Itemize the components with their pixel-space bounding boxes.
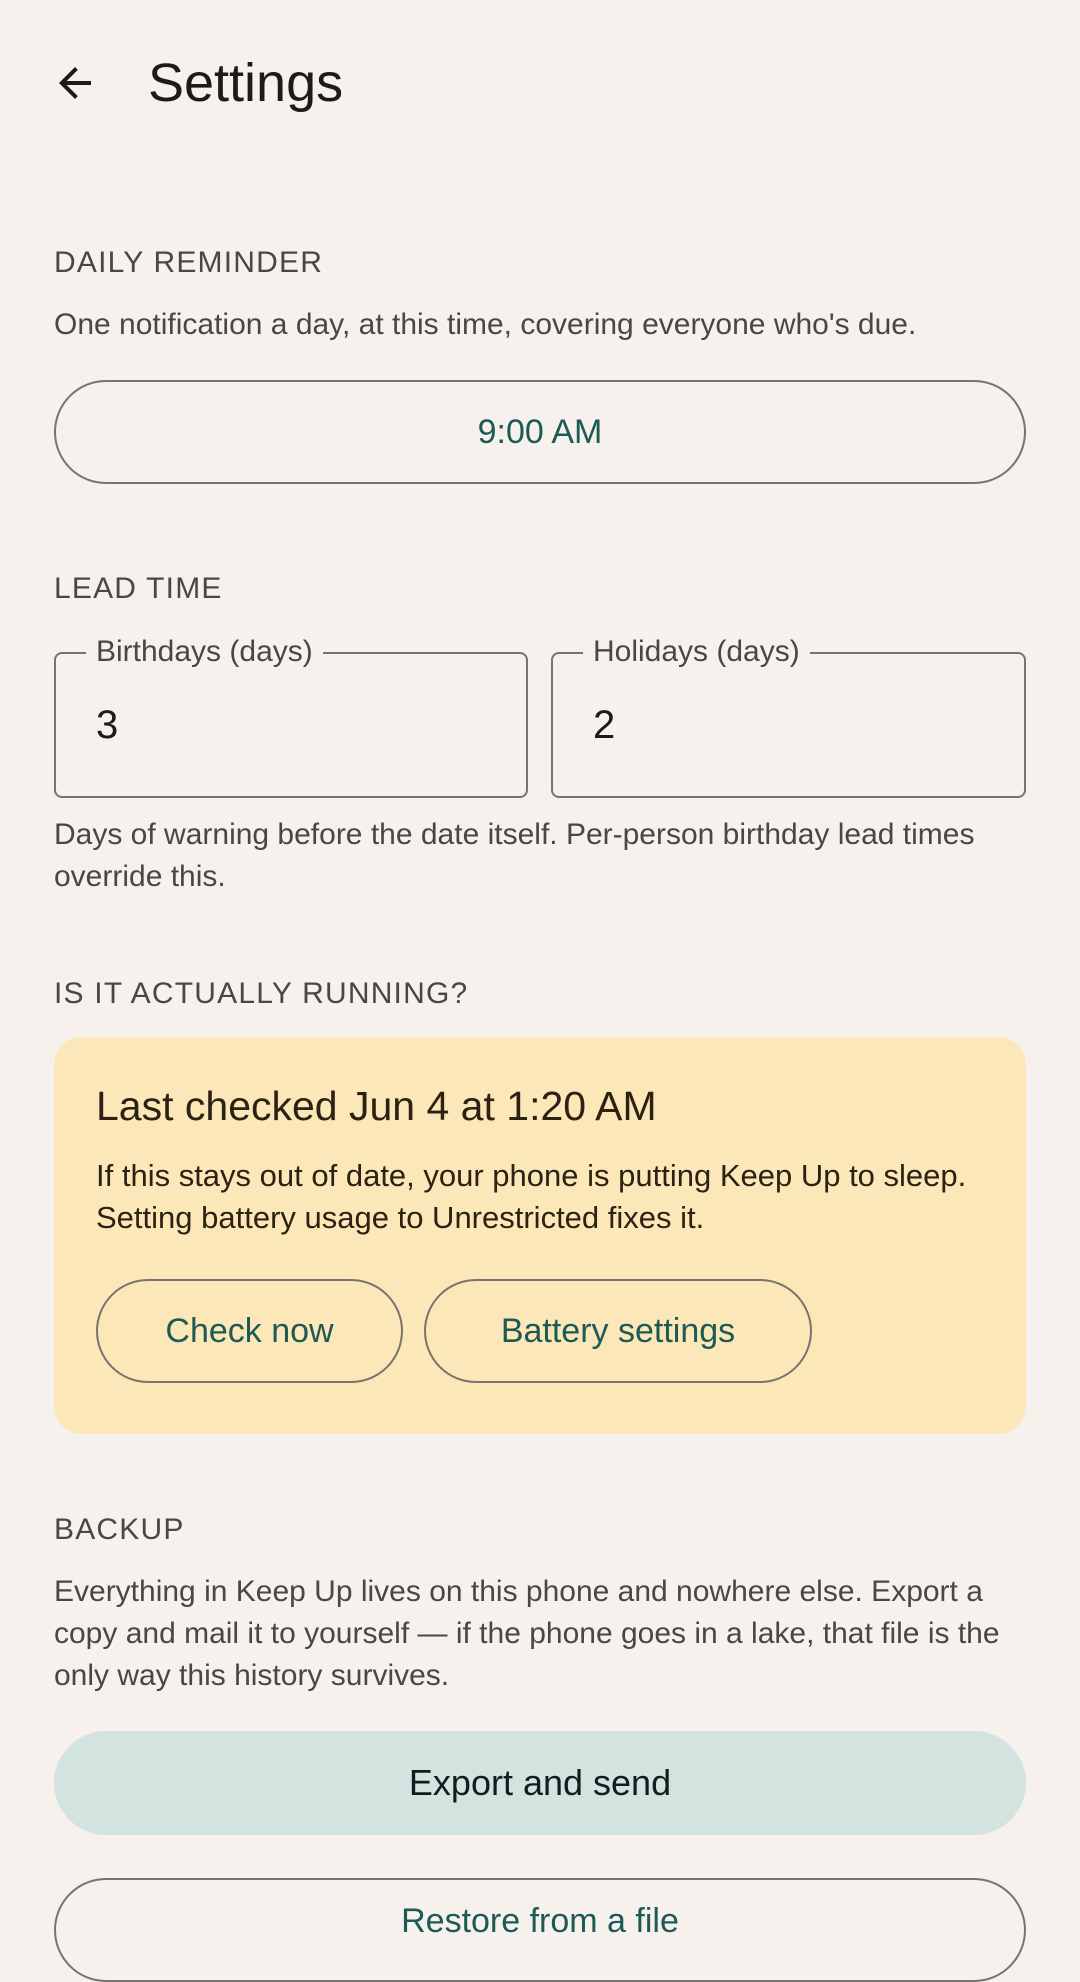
check-now-button[interactable]: Check now: [96, 1279, 403, 1383]
last-checked-card: Last checked Jun 4 at 1:20 AM If this st…: [54, 1037, 1026, 1434]
last-checked-title: Last checked Jun 4 at 1:20 AM: [96, 1083, 657, 1129]
section-label-running: IS IT ACTUALLY RUNNING?: [54, 977, 469, 1010]
backup-description: Everything in Keep Up lives on this phon…: [54, 1575, 1000, 1692]
holidays-days-field[interactable]: Holidays (days) 2: [551, 632, 1026, 798]
holidays-days-value[interactable]: 2: [593, 700, 615, 750]
export-and-send-button[interactable]: Export and send: [54, 1731, 1026, 1835]
restore-from-file-label: Restore from a file: [401, 1902, 679, 1940]
restore-from-file-button[interactable]: Restore from a file: [54, 1878, 1026, 1982]
daily-reminder-description: One notification a day, at this time, co…: [54, 308, 917, 341]
section-label-lead-time: LEAD TIME: [54, 572, 223, 605]
page-title: Settings: [148, 53, 344, 113]
last-checked-text: If this stays out of date, your phone is…: [96, 1158, 967, 1235]
arrow-back-icon: [59, 67, 91, 99]
top-app-bar: Settings: [0, 0, 1080, 170]
birthdays-days-field[interactable]: Birthdays (days) 3: [54, 632, 528, 798]
birthdays-days-label: Birthdays (days): [86, 632, 323, 672]
birthdays-days-value[interactable]: 3: [96, 700, 118, 750]
section-label-daily-reminder: DAILY REMINDER: [54, 246, 324, 279]
section-label-backup: BACKUP: [54, 1513, 185, 1546]
holidays-days-label: Holidays (days): [583, 632, 810, 672]
reminder-time-button[interactable]: 9:00 AM: [54, 380, 1026, 484]
back-button[interactable]: [42, 50, 108, 116]
lead-time-description: Days of warning before the date itself. …: [54, 818, 975, 893]
battery-settings-button[interactable]: Battery settings: [424, 1279, 812, 1383]
